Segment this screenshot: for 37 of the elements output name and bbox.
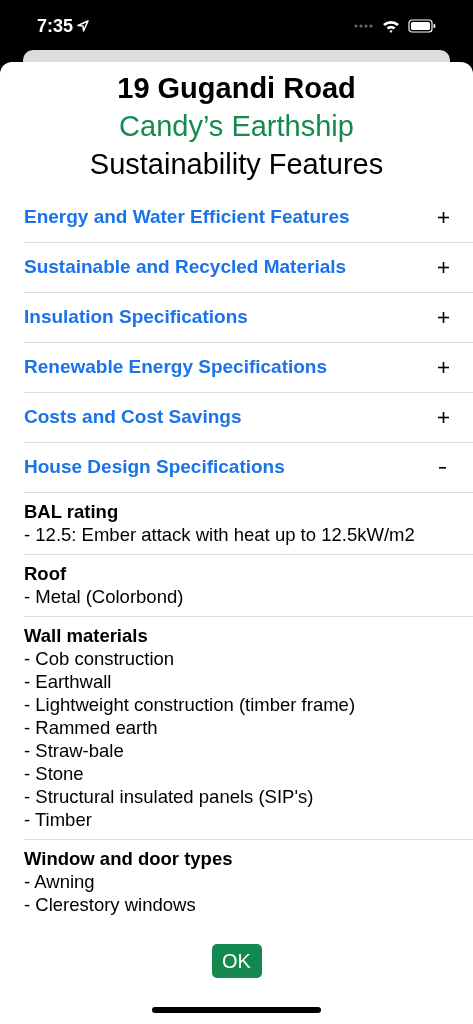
plus-icon[interactable] <box>438 412 449 423</box>
detail-item: - Clerestory windows <box>24 893 197 916</box>
detail-item: - 12.5: Ember attack with heat up to 12.5kW/m2 <box>24 523 416 546</box>
detail-item: - Lightweight construction (timber frame) <box>24 693 357 716</box>
plus-icon[interactable] <box>438 312 449 323</box>
detail-heading: BAL rating <box>24 500 120 523</box>
detail-item: - Cob construction <box>24 647 176 670</box>
accordion-header[interactable]: House Design Specifications <box>24 453 285 482</box>
location-arrow-icon <box>77 20 90 32</box>
detail-item: - Straw-bale <box>24 739 125 762</box>
detail-heading: Window and door types <box>24 847 234 870</box>
plus-icon[interactable] <box>438 362 449 373</box>
detail-item: - Metal (Colorbond) <box>24 585 185 608</box>
detail-item: - Stone <box>24 762 85 785</box>
section-heading: Sustainability Features <box>89 147 384 182</box>
detail-item: - Timber <box>24 808 93 831</box>
wifi-icon <box>382 19 400 33</box>
detail-item: - Awning <box>24 870 96 893</box>
subtitle: Candy’s Earthship <box>119 109 354 144</box>
ok-button[interactable]: OK <box>211 944 262 978</box>
accordion-header[interactable]: Renewable Energy Specifications <box>24 353 328 382</box>
minus-icon[interactable] <box>439 466 446 469</box>
battery-icon <box>408 19 436 33</box>
plus-icon[interactable] <box>438 212 449 223</box>
page-title: 19 Gugandi Road <box>117 71 356 106</box>
detail-item: - Earthwall <box>24 670 113 693</box>
detail-item: - Rammed earth <box>24 716 159 739</box>
detail-item: - Structural insulated panels (SIP's) <box>24 785 315 808</box>
detail-heading: Roof <box>24 562 68 585</box>
plus-icon[interactable] <box>438 262 449 273</box>
detail-heading: Wall materials <box>24 624 149 647</box>
status-time: 7:35 <box>37 14 74 38</box>
accordion-header[interactable]: Insulation Specifications <box>24 303 248 332</box>
accordion-header[interactable]: Costs and Cost Savings <box>24 403 242 432</box>
signal-dots-icon <box>354 24 374 28</box>
accordion-header[interactable]: Energy and Water Efficient Features <box>24 203 350 232</box>
accordion-header[interactable]: Sustainable and Recycled Materials <box>24 253 347 282</box>
